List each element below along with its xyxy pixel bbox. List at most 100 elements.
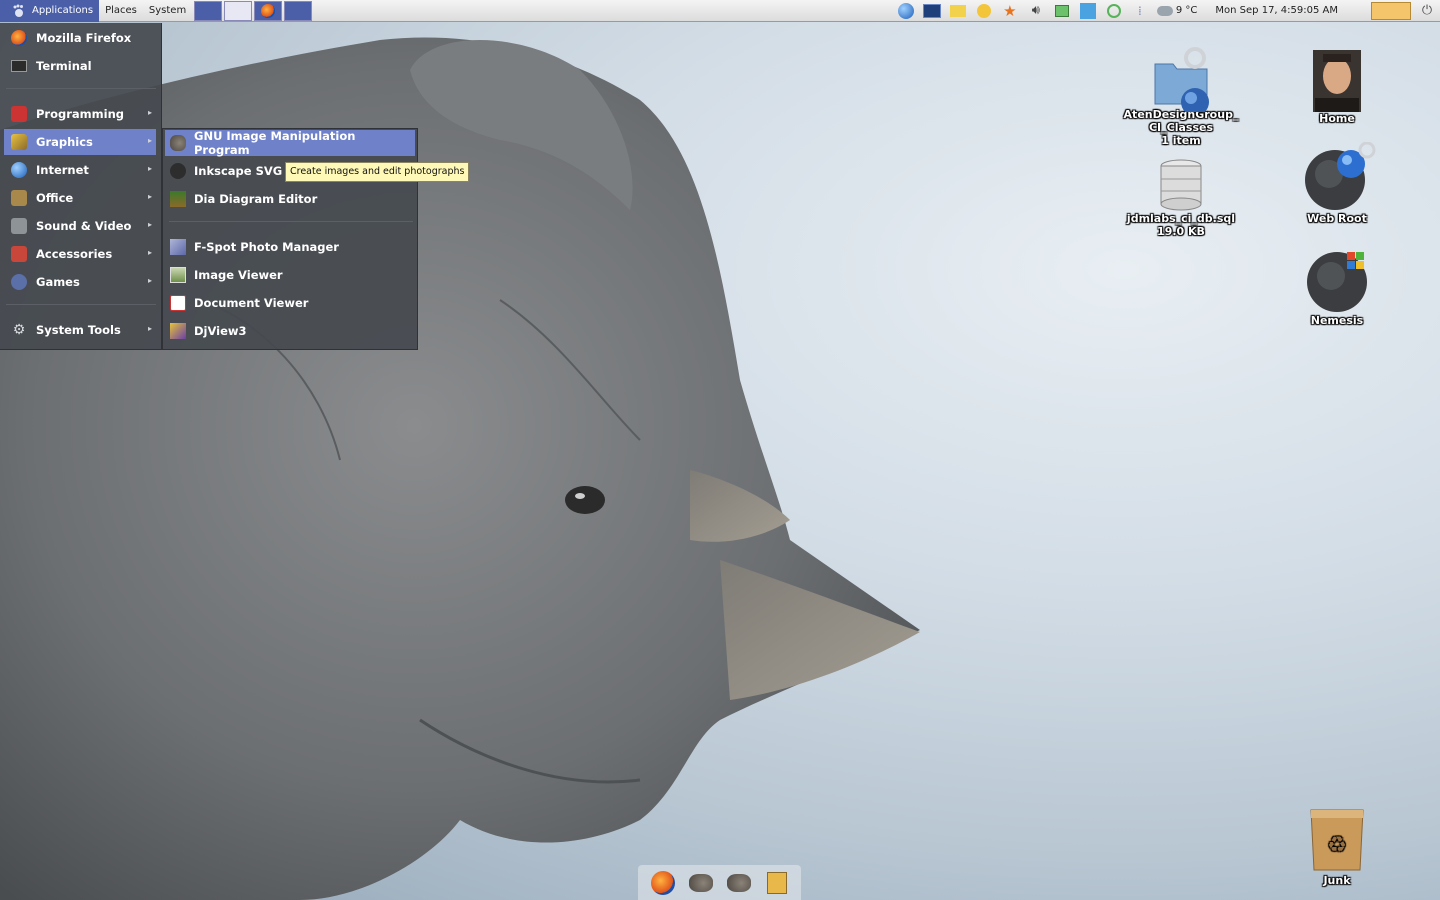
office-icon xyxy=(11,190,27,206)
menu-item-system-tools[interactable]: ⚙ System Tools ▸ xyxy=(4,317,156,343)
firefox-launcher[interactable] xyxy=(254,0,283,21)
image-viewer-icon xyxy=(170,267,186,283)
home-icon xyxy=(1305,48,1369,112)
cursor-icon[interactable] xyxy=(1078,2,1098,20)
menu-item-firefox[interactable]: Mozilla Firefox xyxy=(4,25,156,51)
menu-item-label: Terminal xyxy=(36,59,92,73)
dock-firefox[interactable] xyxy=(650,870,676,896)
gimp-icon xyxy=(170,135,186,151)
submenu-item-gimp[interactable]: GNU Image Manipulation Program xyxy=(165,129,415,157)
menu-item-terminal[interactable]: Terminal xyxy=(4,53,156,79)
desktop-icon-junk[interactable]: ♻ Junk xyxy=(1272,806,1402,887)
weather-temperature: 9 °C xyxy=(1175,5,1198,16)
menu-item-graphics[interactable]: Graphics ▸ xyxy=(4,129,156,155)
workspace-2-button[interactable] xyxy=(224,0,253,21)
djview-icon xyxy=(170,323,186,339)
top-panel: Applications Places System ★ 🔊︎ ⁞ 9 °C M… xyxy=(0,0,1440,22)
svg-text:♻: ♻ xyxy=(1327,833,1347,858)
submenu-arrow-icon: ▸ xyxy=(147,136,152,145)
desktop-icon-label: Home xyxy=(1319,112,1355,125)
desktop-icon-home[interactable]: Home xyxy=(1272,48,1402,125)
menu-item-accessories[interactable]: Accessories ▸ xyxy=(4,241,156,267)
submenu-item-label: DjView3 xyxy=(194,324,247,338)
menu-item-label: System Tools xyxy=(36,323,121,337)
submenu-item-document-viewer[interactable]: Document Viewer xyxy=(165,290,415,316)
submenu-item-label: Inkscape SVG xyxy=(194,164,283,178)
dia-icon xyxy=(170,191,186,207)
menu-item-programming[interactable]: Programming ▸ xyxy=(4,101,156,127)
shutdown-icon[interactable]: ⏻ xyxy=(1417,2,1437,20)
submenu-item-fspot[interactable]: F-Spot Photo Manager xyxy=(165,234,415,260)
games-icon xyxy=(11,274,27,290)
globe-icon[interactable] xyxy=(896,2,916,20)
volume-icon[interactable]: 🔊︎ xyxy=(1026,2,1046,20)
network-icon[interactable] xyxy=(1052,2,1072,20)
sound-video-icon xyxy=(11,218,27,234)
dock-notes[interactable] xyxy=(764,870,790,896)
menu-separator xyxy=(6,304,156,305)
places-menu-label: Places xyxy=(105,5,137,16)
notes-icon[interactable] xyxy=(948,2,968,20)
desktop-icon-aten-design-group[interactable]: AtenDesignGroup_ CI_Classes 1 item xyxy=(1116,44,1246,147)
submenu-arrow-icon: ▸ xyxy=(147,324,152,333)
submenu-arrow-icon: ▸ xyxy=(147,192,152,201)
network-folder-icon xyxy=(1149,44,1213,116)
firefox-icon xyxy=(650,870,675,895)
menu-item-internet[interactable]: Internet ▸ xyxy=(4,157,156,183)
workspace-1-button[interactable] xyxy=(194,0,223,21)
dock-handle-icon[interactable]: ⁞ xyxy=(1130,2,1150,20)
submenu-arrow-icon: ▸ xyxy=(147,248,152,257)
system-menu-button[interactable]: System xyxy=(143,0,192,22)
menu-item-label: Games xyxy=(36,275,80,289)
menu-item-label: Graphics xyxy=(36,135,93,149)
programming-icon xyxy=(11,106,27,122)
dock-gimp-2[interactable] xyxy=(726,870,752,896)
tooltip: Create images and edit photographs xyxy=(285,162,470,182)
submenu-item-image-viewer[interactable]: Image Viewer xyxy=(165,262,415,288)
star-icon[interactable]: ★ xyxy=(1000,2,1020,20)
document-viewer-icon xyxy=(170,295,186,311)
desktop-icon-web-root[interactable]: Web Root xyxy=(1272,141,1402,225)
web-root-icon xyxy=(1305,141,1376,212)
submenu-item-dia[interactable]: Dia Diagram Editor xyxy=(165,186,415,212)
desktop-icon-nemesis[interactable]: Nemesis xyxy=(1272,246,1402,327)
menu-item-games[interactable]: Games ▸ xyxy=(4,269,156,295)
bottom-dock xyxy=(638,865,801,900)
user-switcher-icon[interactable] xyxy=(1371,1,1411,20)
cloud-icon xyxy=(1156,5,1173,16)
menu-item-label: Mozilla Firefox xyxy=(36,31,132,45)
rhino-eye xyxy=(565,486,605,514)
clock[interactable]: Mon Sep 17, 4:59:05 AM xyxy=(1215,5,1338,16)
desktop-icon-sql-file[interactable]: jdmlabs_ci_db.sql 19.0 KB xyxy=(1116,158,1246,238)
weather-applet[interactable]: 9 °C xyxy=(1156,5,1198,16)
desktop-icon-label: Web Root xyxy=(1307,212,1367,225)
submenu-item-label: GNU Image Manipulation Program xyxy=(194,129,356,157)
fspot-icon xyxy=(170,239,186,255)
menu-item-office[interactable]: Office ▸ xyxy=(4,185,156,211)
dock-gimp[interactable] xyxy=(688,870,714,896)
submenu-arrow-icon: ▸ xyxy=(147,276,152,285)
submenu-item-djview[interactable]: DjView3 xyxy=(165,318,415,344)
system-monitor-icon[interactable] xyxy=(922,2,942,20)
menu-item-sound-video[interactable]: Sound & Video ▸ xyxy=(4,213,156,239)
gimp-icon xyxy=(688,873,713,892)
trash-icon: ♻ xyxy=(1305,806,1369,874)
inkscape-icon xyxy=(170,163,186,179)
workspace-4-button[interactable] xyxy=(284,0,313,21)
menu-separator xyxy=(6,88,156,89)
desktop-icon-label-line3: 1 item xyxy=(1161,134,1201,147)
desktop-icon-label: Junk xyxy=(1323,874,1351,887)
update-icon[interactable] xyxy=(1104,2,1124,20)
desktop-icon-label-line2: CI_Classes xyxy=(1148,121,1214,134)
desktop-icon-label: Nemesis xyxy=(1310,314,1364,327)
firefox-icon xyxy=(11,30,27,46)
menu-item-label: Programming xyxy=(36,107,124,121)
weather-sun-icon[interactable] xyxy=(974,2,994,20)
menu-item-label: Sound & Video xyxy=(36,219,132,233)
submenu-item-label: Dia Diagram Editor xyxy=(194,192,318,206)
places-menu-button[interactable]: Places xyxy=(99,0,143,22)
submenu-item-label: Image Viewer xyxy=(194,268,283,282)
applications-menu-button[interactable]: Applications xyxy=(0,0,100,22)
submenu-arrow-icon: ▸ xyxy=(147,108,152,117)
database-icon xyxy=(1149,158,1213,212)
